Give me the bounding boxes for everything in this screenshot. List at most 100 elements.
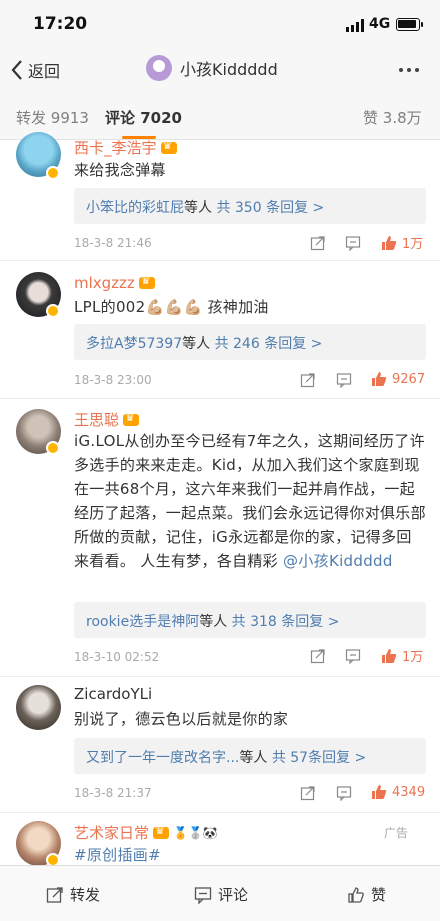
reply-author: 多拉A梦57397 [86,336,183,352]
repost-icon [46,886,63,903]
commenter-name[interactable]: mlxgzzz [74,274,155,292]
chevron-left-icon [11,60,22,80]
comment-icon[interactable] [345,235,361,251]
comment-time: 18-3-8 23:00 [74,373,152,387]
reply-count: 共 318 条回复 > [231,614,340,630]
like-count: 1万 [402,650,424,665]
ad-item: 艺术家日常 🏅🥈🐼 广告 #原创插画# [0,813,440,867]
commenter-name-text: 艺术家日常 [74,824,150,842]
signal-icon [346,19,364,32]
thumbs-up-icon [348,886,364,903]
thumbs-up-icon [382,648,397,663]
battery-icon [396,18,423,31]
back-button[interactable]: 返回 [10,58,60,82]
badge-icons: 🏅🥈🐼 [173,825,218,840]
commenter-name[interactable]: 王思聪 [74,409,140,430]
nav-bar: 返回 小孩Kiddddd [0,52,440,92]
vip-crown-icon [138,274,155,289]
tab-like[interactable]: 赞 3.8万 [363,107,422,128]
like-count: 4349 [392,784,426,800]
reply-summary[interactable]: 小笨比的彩虹屁等人 共 350 条回复 > [74,188,426,224]
reply-author: 小笨比的彩虹屁 [86,200,184,216]
tab-label: 转发 [16,109,47,127]
tab-label: 赞 [363,109,379,127]
commenter-name[interactable]: 艺术家日常 🏅🥈🐼 [74,822,218,843]
tab-comment[interactable]: 评论 7020 [105,107,182,128]
vip-crown-icon [160,139,177,154]
verified-badge-icon [46,441,60,455]
share-icon[interactable] [300,372,316,388]
repost-button[interactable]: 转发 [46,884,100,905]
list-item: 西卡_李浩宇 来给我念弹幕 小笨比的彩虹屁等人 共 350 条回复 > 18-3… [0,132,440,261]
ad-hashtag[interactable]: #原创插画# [74,843,426,867]
more-icon[interactable] [399,68,419,72]
mention-link[interactable]: @小孩Kiddddd [283,552,393,570]
reply-summary[interactable]: 又到了一年一度改名字...等人 共 57条回复 > [74,738,426,774]
reply-mid: 等人 [239,750,268,766]
comment-text-body: iG.LOL从创办至今已经有7年之久，这期间经历了许多选手的来来走走。Kid，从… [74,432,426,570]
vip-crown-icon [153,824,170,839]
ad-label: 广告 [384,826,409,840]
like-button[interactable]: 9267 [370,370,425,388]
tab-repost[interactable]: 转发 9913 [16,107,89,128]
thumbs-up-icon [372,372,387,386]
like-button[interactable]: 1万 [380,646,423,665]
like-button[interactable]: 1万 [380,233,423,252]
comment-label: 评论 [218,886,249,904]
reply-summary[interactable]: rookie选手是神阿等人 共 318 条回复 > [74,602,426,638]
comment-icon[interactable] [336,372,352,388]
verified-badge-icon [46,166,60,180]
commenter-name-text: mlxgzzz [74,274,135,292]
vip-crown-icon [123,411,140,426]
comment-time: 18-3-10 02:52 [74,650,160,664]
page-title: 小孩Kiddddd [180,60,278,79]
list-item: mlxgzzz LPL的002💪🏼💪🏼💪🏼 孩神加油 多拉A梦57397等人 共… [0,261,440,399]
avatar[interactable] [16,685,61,730]
tab-count: 3.8万 [382,109,422,127]
comment-text: LPL的002💪🏼💪🏼💪🏼 孩神加油 [74,298,269,316]
comment-button[interactable]: 评论 [194,884,248,905]
verified-badge-icon [46,304,60,318]
reply-count: 共 57条回复 > [271,750,367,766]
tab-label: 评论 [105,109,136,127]
tab-count: 9913 [50,109,89,127]
like-button[interactable]: 4349 [370,783,425,801]
share-icon[interactable] [310,648,326,664]
avatar [146,55,172,81]
comment-text: 别说了，德云色以后就是你的家 [74,710,289,728]
reply-mid: 等人 [184,200,212,216]
list-item: ZicardoYLi 别说了，德云色以后就是你的家 又到了一年一度改名字...等… [0,677,440,813]
comment-text: 来给我念弹幕 [74,161,166,179]
tab-count: 7020 [140,109,182,127]
commenter-name[interactable]: ZicardoYLi [74,685,152,703]
commenter-name-text: 西卡_李浩宇 [74,139,157,157]
bottom-toolbar: 转发 评论 赞 [0,865,440,921]
thumbs-up-icon [382,235,397,250]
status-time: 17:20 [33,14,88,34]
share-icon[interactable] [300,785,316,801]
like-count: 9267 [392,371,426,387]
comment-icon[interactable] [345,648,361,664]
like-label: 赞 [371,886,387,904]
comment-time: 18-3-8 21:37 [74,786,152,800]
commenter-name-text: ZicardoYLi [74,685,153,703]
like-button[interactable]: 赞 [347,884,386,905]
repost-label: 转发 [70,886,101,904]
status-bar: 17:20 4G [0,0,440,52]
thumbs-up-icon [372,785,387,799]
reply-summary[interactable]: 多拉A梦57397等人 共 246 条回复 > [74,324,426,360]
tab-bar: 转发 9913 评论 7020 赞 3.8万 [0,92,440,140]
comment-text: iG.LOL从创办至今已经有7年之久，这期间经历了许多选手的来来走走。Kid，从… [74,429,426,573]
reply-count: 共 350 条回复 > [216,200,325,216]
commenter-name[interactable]: 西卡_李浩宇 [74,137,177,158]
comment-icon [194,886,212,904]
reply-author: rookie选手是神阿 [86,614,200,630]
comment-time: 18-3-8 21:46 [74,236,152,250]
nav-title[interactable]: 小孩Kiddddd [146,55,278,81]
list-item: 王思聪 iG.LOL从创办至今已经有7年之久，这期间经历了许多选手的来来走走。K… [0,399,440,677]
reply-mid: 等人 [199,614,228,630]
commenter-name-text: 王思聪 [74,411,120,429]
comment-icon[interactable] [336,785,352,801]
like-count: 1万 [402,237,424,252]
share-icon[interactable] [310,235,326,251]
